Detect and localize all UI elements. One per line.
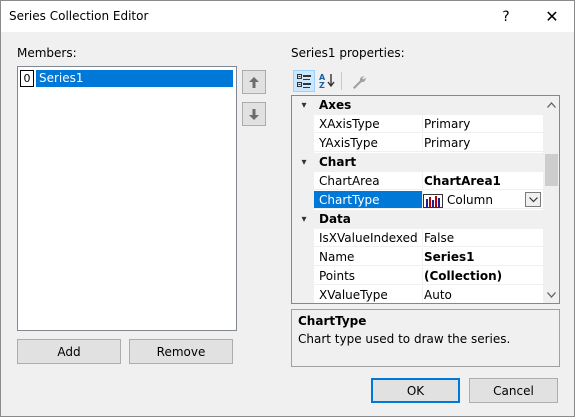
category-name: Data bbox=[319, 212, 351, 226]
property-name: Points bbox=[314, 267, 423, 285]
chevron-down-icon bbox=[547, 291, 556, 298]
members-list[interactable]: 0 Series1 bbox=[17, 66, 237, 331]
property-name: XAxisType bbox=[314, 115, 423, 133]
chevron-up-icon bbox=[547, 101, 556, 108]
chevron-down-icon[interactable]: ▾ bbox=[298, 211, 310, 227]
member-index: 0 bbox=[20, 70, 34, 87]
member-item[interactable]: 0 Series1 bbox=[20, 70, 233, 87]
property-grid[interactable]: ▾ Axes XAxisType Primary YAxisType Prima… bbox=[291, 95, 560, 304]
property-value[interactable]: Primary bbox=[423, 115, 543, 133]
members-label: Members: bbox=[17, 46, 77, 60]
member-name: Series1 bbox=[36, 70, 233, 87]
description-text: Chart type used to draw the series. bbox=[298, 332, 511, 346]
alphabetical-button[interactable]: A Z bbox=[317, 70, 339, 92]
arrow-up-icon bbox=[249, 76, 259, 88]
property-row-isxvalueindexed[interactable]: IsXValueIndexed False bbox=[292, 229, 543, 248]
toolbar-separator bbox=[341, 72, 342, 90]
property-description-panel: ChartType Chart type used to draw the se… bbox=[291, 309, 560, 367]
help-button[interactable]: ? bbox=[483, 1, 529, 32]
ok-button[interactable]: OK bbox=[371, 378, 460, 403]
chevron-down-icon[interactable]: ▾ bbox=[298, 154, 310, 170]
property-name: XValueType bbox=[314, 286, 423, 303]
alphabetical-icon: A Z bbox=[319, 73, 335, 89]
property-name: Name bbox=[314, 248, 423, 266]
property-grid-toolbar: A Z bbox=[291, 69, 561, 93]
chevron-down-icon[interactable]: ▾ bbox=[298, 97, 310, 113]
scroll-up-button[interactable] bbox=[543, 96, 559, 113]
property-value[interactable]: False bbox=[423, 229, 543, 247]
properties-label: Series1 properties: bbox=[291, 46, 405, 60]
property-row-chartarea[interactable]: ChartArea ChartArea1 bbox=[292, 172, 543, 191]
move-down-button[interactable] bbox=[242, 102, 266, 126]
column-chart-icon bbox=[423, 193, 443, 208]
property-value[interactable]: (Collection) bbox=[423, 267, 543, 285]
category-data[interactable]: ▾ Data bbox=[292, 210, 543, 229]
property-row-name[interactable]: Name Series1 bbox=[292, 248, 543, 267]
property-row-charttype[interactable]: ChartType Column bbox=[292, 191, 543, 210]
window-title: Series Collection Editor bbox=[9, 9, 149, 23]
remove-button[interactable]: Remove bbox=[129, 339, 233, 364]
charttype-value: Column bbox=[447, 193, 493, 207]
scroll-down-button[interactable] bbox=[543, 286, 559, 303]
property-row-xaxistype[interactable]: XAxisType Primary bbox=[292, 115, 543, 134]
category-axes[interactable]: ▾ Axes bbox=[292, 96, 543, 115]
category-chart[interactable]: ▾ Chart bbox=[292, 153, 543, 172]
property-value[interactable]: Series1 bbox=[423, 248, 543, 266]
arrow-down-icon bbox=[249, 108, 259, 120]
move-up-button[interactable] bbox=[242, 70, 266, 94]
scrollbar-thumb[interactable] bbox=[545, 154, 558, 186]
close-icon: ✕ bbox=[545, 7, 559, 26]
add-button[interactable]: Add bbox=[17, 339, 121, 364]
chevron-down-icon bbox=[528, 196, 538, 202]
description-title: ChartType bbox=[298, 314, 367, 328]
vertical-scrollbar[interactable] bbox=[543, 96, 559, 303]
property-pages-button[interactable] bbox=[347, 70, 369, 92]
property-value[interactable]: Primary bbox=[423, 134, 543, 152]
property-row-xvaluetype[interactable]: XValueType Auto bbox=[292, 286, 543, 303]
wrench-icon bbox=[352, 75, 366, 89]
property-value-dropdown[interactable]: Column bbox=[423, 191, 543, 209]
property-value[interactable]: Auto bbox=[423, 286, 543, 303]
category-name: Axes bbox=[319, 98, 352, 112]
property-name: YAxisType bbox=[314, 134, 423, 152]
property-name: ChartArea bbox=[314, 172, 423, 190]
category-name: Chart bbox=[319, 155, 357, 169]
cancel-button[interactable]: Cancel bbox=[469, 378, 558, 403]
series-collection-editor-dialog: Series Collection Editor ? ✕ Members: 0 … bbox=[0, 0, 575, 417]
dropdown-button[interactable] bbox=[525, 192, 541, 207]
categorized-button[interactable] bbox=[293, 70, 315, 92]
close-button[interactable]: ✕ bbox=[529, 1, 575, 32]
help-icon: ? bbox=[502, 8, 510, 25]
property-row-points[interactable]: Points (Collection) bbox=[292, 267, 543, 286]
title-bar: Series Collection Editor ? ✕ bbox=[1, 1, 574, 32]
property-name: ChartType bbox=[314, 191, 423, 209]
property-name: IsXValueIndexed bbox=[314, 229, 423, 247]
property-row-yaxistype[interactable]: YAxisType Primary bbox=[292, 134, 543, 153]
property-value[interactable]: ChartArea1 bbox=[423, 172, 543, 190]
categorized-icon bbox=[297, 74, 311, 88]
svg-text:Z: Z bbox=[319, 81, 325, 89]
